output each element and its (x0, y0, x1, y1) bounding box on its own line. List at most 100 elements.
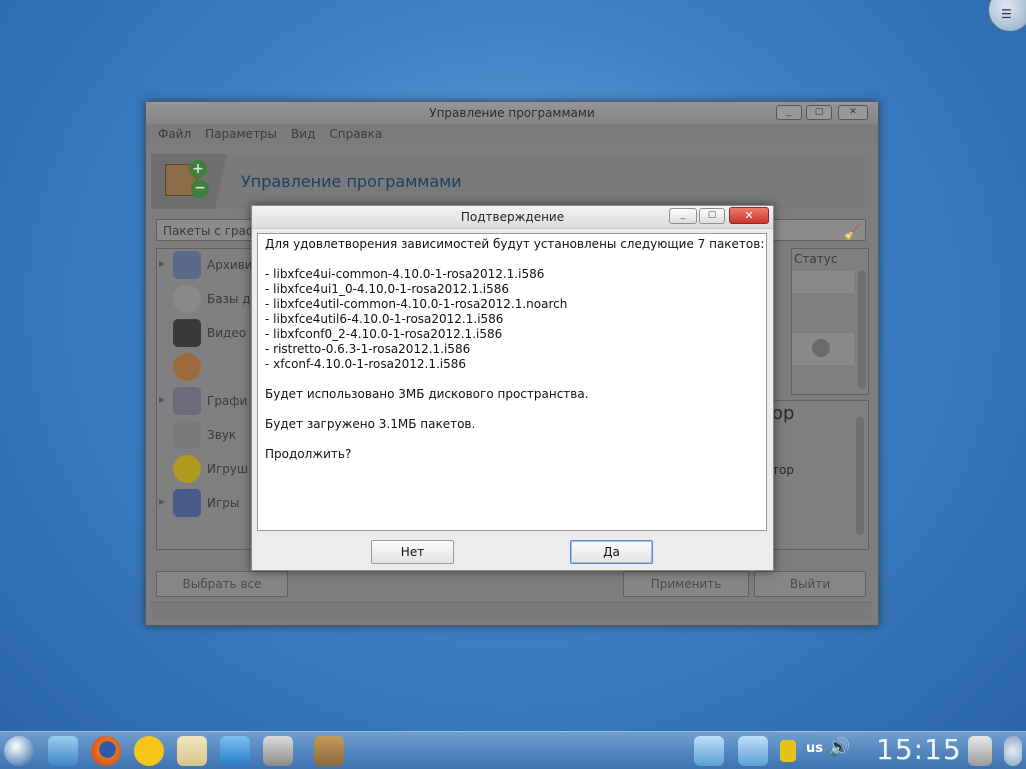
apply-button[interactable]: Применить (623, 571, 749, 597)
file-manager-icon[interactable] (48, 736, 78, 766)
expander-icon[interactable]: ▶ (159, 395, 165, 404)
confirmation-dialog: Подтверждение _ ▢ ✕ Для удовлетворения з… (251, 205, 774, 571)
no-button[interactable]: Нет (371, 540, 454, 564)
close-button[interactable]: ✕ (838, 105, 868, 120)
software-manager-task-icon[interactable] (314, 736, 344, 766)
palette-icon (173, 353, 201, 381)
add-icon: + (189, 160, 207, 178)
taskbar: us 🔊 15:15 (0, 731, 1026, 769)
smiley-icon (173, 455, 201, 483)
category-tree[interactable]: ▶ Архиви Базы да Видео ▶ Графи Звук Игру… (156, 248, 258, 550)
category-item[interactable]: ▶ Архиви (157, 251, 257, 281)
volume-icon[interactable]: 🔊 (828, 737, 850, 758)
description-text: тор (772, 463, 794, 477)
list-scrollbar[interactable] (858, 271, 866, 389)
desktop-corner-button[interactable]: ☰ (988, 0, 1026, 32)
archive-icon (173, 251, 201, 279)
menu-file[interactable]: Файл (158, 127, 191, 141)
remove-icon: − (191, 180, 209, 198)
package-line: - libxfce4ui1_0-4.10.0-1-rosa2012.1.i586 (265, 282, 510, 296)
settings-icon[interactable] (263, 736, 293, 766)
package-description: ор тор (761, 400, 869, 550)
column-header-status[interactable]: Статус (792, 249, 868, 269)
status-bar (151, 602, 871, 619)
category-label: Звук (207, 428, 237, 442)
menu-bar: Файл Параметры Вид Справка (146, 124, 878, 144)
package-line: - libxfce4ui-common-4.10.0-1-rosa2012.1.… (265, 267, 545, 281)
list-row[interactable] (792, 271, 854, 293)
yes-button[interactable]: Да (570, 540, 653, 564)
menu-parameters[interactable]: Параметры (205, 127, 277, 141)
message-line (265, 252, 759, 267)
description-title: ор (772, 403, 795, 424)
keyboard-layout-indicator[interactable]: us (806, 741, 823, 756)
message-line (265, 432, 759, 447)
clear-brush-icon[interactable]: 🧹 (844, 222, 861, 244)
package-line: - libxfconf0_2-4.10.0-1-rosa2012.1.i586 (265, 327, 503, 341)
mail-icon[interactable] (177, 736, 207, 766)
description-scrollbar[interactable] (856, 417, 864, 535)
message-line (265, 372, 759, 387)
banner: + − Управление программами (151, 154, 871, 209)
minimize-button[interactable]: _ (776, 105, 802, 120)
camera-tray-icon[interactable] (738, 736, 768, 766)
sound-icon (173, 421, 201, 449)
dialog-title: Подтверждение (460, 210, 565, 224)
message-line: Для удовлетворения зависимостей будут ус… (265, 237, 765, 251)
dialog-minimize-button[interactable]: _ (669, 208, 697, 224)
expander-icon[interactable]: ▶ (159, 259, 165, 268)
gamepad-icon (173, 489, 201, 517)
continue-question: Продолжить? (265, 447, 352, 461)
download-size-line: Будет загружено 3.1МБ пакетов. (265, 417, 476, 431)
category-label: Игры (207, 496, 240, 510)
menu-help[interactable]: Справка (329, 127, 382, 141)
category-item[interactable]: ▶ Игры (157, 489, 257, 519)
category-item[interactable]: Видео (157, 319, 257, 349)
software-manager-logo: + − (151, 154, 227, 209)
video-icon (173, 319, 201, 347)
media-player-icon[interactable] (220, 736, 250, 766)
graphics-icon (173, 387, 201, 415)
package-list[interactable]: Статус (791, 248, 869, 395)
menu-lines-icon: ☰ (1001, 7, 1012, 21)
window-title: Управление программами (429, 106, 595, 120)
chat-icon[interactable] (134, 736, 164, 766)
list-row[interactable] (792, 333, 854, 365)
package-line: - xfconf-4.10.0-1-rosa2012.1.i586 (265, 357, 467, 371)
dialog-close-button[interactable]: ✕ (729, 207, 769, 224)
panel-menu-icon[interactable] (1004, 736, 1022, 766)
window-titlebar: Управление программами _ ▢ ✕ (146, 102, 878, 124)
close-icon: ✕ (744, 209, 754, 222)
screenshot-tray-icon[interactable] (694, 736, 724, 766)
category-item[interactable]: Игруш (157, 455, 257, 485)
category-item[interactable]: Базы да (157, 285, 258, 315)
category-item[interactable]: Звук (157, 421, 257, 451)
maximize-button[interactable]: ▢ (806, 105, 832, 120)
package-line: - libxfce4util-common-4.10.0-1-rosa2012.… (265, 297, 568, 311)
category-item[interactable]: ▶ Графи (157, 387, 257, 417)
clock[interactable]: 15:15 (876, 732, 962, 768)
update-shield-icon[interactable] (780, 740, 796, 762)
disk-usage-line: Будет использовано 3МБ дискового простра… (265, 387, 589, 401)
category-label: Графи (207, 394, 248, 408)
package-line: - libxfce4util6-4.10.0-1-rosa2012.1.i586 (265, 312, 504, 326)
message-line (265, 402, 759, 417)
firefox-icon[interactable] (91, 736, 121, 766)
category-label: Видео (207, 326, 247, 340)
category-label: Архиви (207, 258, 253, 272)
banner-title: Управление программами (241, 172, 462, 191)
package-line: - ristretto-0.6.3-1-rosa2012.1.i586 (265, 342, 471, 356)
dialog-maximize-button[interactable]: ▢ (699, 208, 725, 224)
expander-icon[interactable]: ▶ (159, 497, 165, 506)
start-menu-icon[interactable] (4, 736, 34, 766)
filter-value: Пакеты с граф (163, 224, 257, 238)
trash-icon[interactable] (968, 736, 992, 766)
category-label: Игруш (207, 462, 248, 476)
download-status-icon (812, 339, 830, 357)
dialog-message: Для удовлетворения зависимостей будут ус… (257, 233, 767, 531)
select-all-button[interactable]: Выбрать все (156, 571, 288, 597)
dialog-titlebar: Подтверждение _ ▢ ✕ (252, 206, 773, 229)
menu-view[interactable]: Вид (291, 127, 315, 141)
category-item[interactable] (157, 353, 257, 383)
exit-button[interactable]: Выйти (754, 571, 866, 597)
